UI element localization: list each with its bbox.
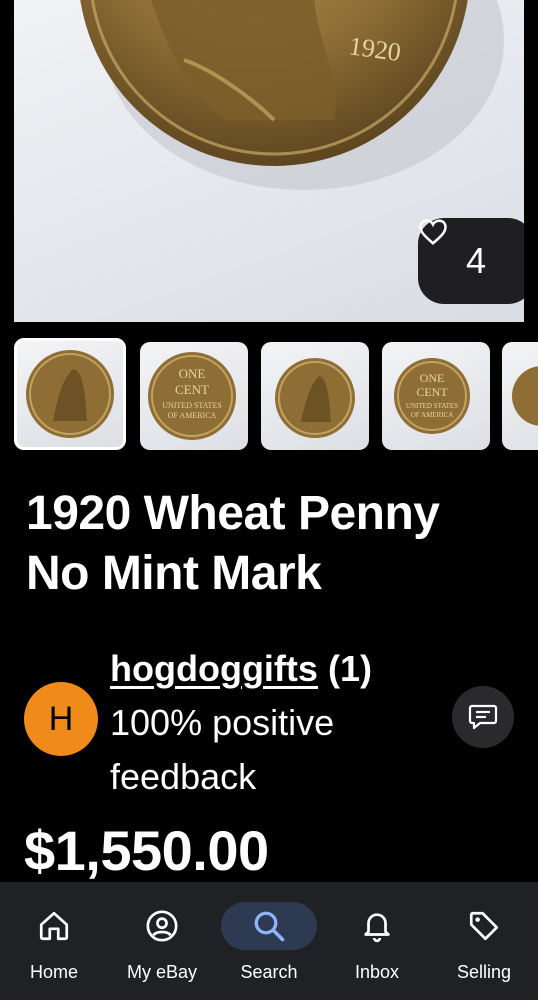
svg-text:CENT: CENT — [416, 385, 448, 399]
svg-text:UNITED STATES: UNITED STATES — [406, 402, 458, 410]
thumbnail-2[interactable]: ONE CENT UNITED STATES OF AMERICA — [140, 342, 248, 450]
nav-search-icon-wrap — [221, 902, 317, 950]
svg-text:OF AMERICA: OF AMERICA — [411, 411, 454, 419]
tag-icon — [469, 911, 499, 941]
bottom-navigation: Home My eBay Search Inbox Selling — [0, 882, 538, 1000]
nav-inbox-label: Inbox — [354, 962, 400, 982]
coin-obverse-image — [26, 350, 114, 438]
coin-reverse-image: ONE CENT UNITED STATES OF AMERICA — [394, 358, 470, 434]
seller-feedback-count: (1) — [327, 648, 372, 689]
home-icon — [39, 911, 69, 941]
message-icon — [468, 704, 498, 730]
nav-inbox[interactable]: Inbox — [323, 882, 431, 1000]
heart-outline-icon — [419, 219, 447, 245]
seller-avatar[interactable]: H — [24, 682, 98, 756]
listing-title-line-2: No Mint Mark — [26, 547, 322, 600]
listing-title: 1920 Wheat Penny No Mint Mark — [26, 484, 516, 604]
coin-obverse-image — [512, 366, 538, 426]
search-icon — [254, 911, 285, 942]
thumbnail-3[interactable] — [261, 342, 369, 450]
coin-reverse-image: ONE CENT UNITED STATES OF AMERICA — [148, 352, 236, 440]
nav-home-icon-wrap — [6, 902, 102, 950]
nav-selling-icon-wrap — [436, 902, 532, 950]
thumbnail-5[interactable] — [502, 342, 538, 450]
contact-seller-button[interactable] — [452, 686, 514, 748]
svg-text:ONE: ONE — [420, 371, 445, 385]
account-icon — [146, 910, 178, 942]
listing-main-image[interactable]: 1920 4 — [14, 0, 524, 322]
nav-inbox-icon-wrap — [329, 902, 425, 950]
thumbnail-1[interactable] — [14, 338, 126, 450]
seller-feedback-text: 100% positive feedback — [110, 702, 335, 797]
nav-search-label: Search — [240, 962, 298, 982]
avatar-letter: H — [48, 699, 74, 738]
nav-my-ebay-icon-wrap — [114, 902, 210, 950]
nav-selling-label: Selling — [456, 962, 512, 982]
thumbnail-4[interactable]: ONE CENT UNITED STATES OF AMERICA — [382, 342, 490, 450]
nav-home-label: Home — [29, 962, 78, 982]
nav-home[interactable]: Home — [0, 882, 108, 1000]
watch-count: 4 — [465, 240, 487, 281]
thumbnail-strip[interactable]: ONE CENT UNITED STATES OF AMERICA ONE CE… — [14, 338, 538, 454]
svg-text:OF AMERICA: OF AMERICA — [168, 411, 217, 420]
nav-selling[interactable]: Selling — [430, 882, 538, 1000]
nav-my-ebay[interactable]: My eBay — [108, 882, 216, 1000]
watch-button[interactable]: 4 — [418, 218, 524, 304]
seller-name-link[interactable]: hogdoggifts — [110, 648, 318, 689]
nav-search[interactable]: Search — [215, 882, 323, 1000]
svg-text:ONE: ONE — [179, 366, 206, 381]
seller-info: hogdoggifts (1) 100% positive feedback — [110, 642, 440, 804]
nav-my-ebay-label: My eBay — [126, 962, 198, 982]
coin-obverse-image — [275, 358, 355, 438]
bell-icon — [364, 913, 390, 943]
svg-text:CENT: CENT — [175, 382, 209, 397]
svg-text:UNITED STATES: UNITED STATES — [162, 401, 222, 410]
listing-title-line-1: 1920 Wheat Penny — [26, 487, 440, 540]
listing-price: $1,550.00 — [24, 819, 269, 882]
